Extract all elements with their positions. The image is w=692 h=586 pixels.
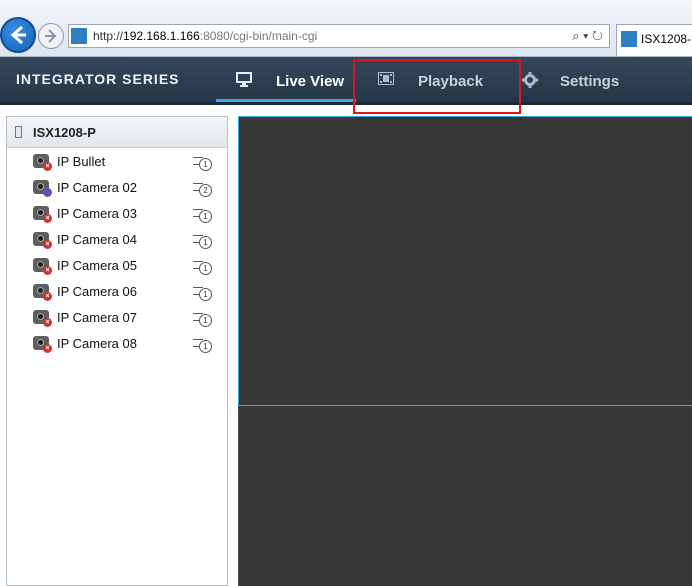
browser-toolbar: http://192.168.1.166:8080/cgi-bin/main-c… [0, 0, 692, 57]
video-pane[interactable] [238, 408, 692, 586]
stream-select-icon[interactable]: 1 [193, 233, 212, 249]
nav-settings[interactable]: Settings [520, 57, 650, 102]
offline-status-icon: × [43, 292, 52, 301]
offline-status-icon: × [43, 214, 52, 223]
nav-live-view[interactable]: Live View [216, 57, 356, 102]
camera-item[interactable]: × IP Bullet 1 [7, 150, 227, 176]
url-prefix: http:// [93, 29, 124, 43]
offline-status-icon: × [43, 344, 52, 353]
offline-status-icon: × [43, 318, 52, 327]
site-favicon-icon [71, 28, 87, 44]
back-arrow-icon [10, 25, 26, 45]
monitor-icon [236, 72, 252, 90]
camera-item[interactable]: × IP Camera 06 1 [7, 280, 227, 306]
online-status-icon [43, 188, 52, 197]
camera-name: IP Camera 08 [57, 336, 137, 351]
camera-item[interactable]: × IP Camera 07 1 [7, 306, 227, 332]
forward-button[interactable] [38, 23, 64, 49]
tab-title: ISX1208-P [641, 32, 692, 46]
offline-status-icon: × [43, 162, 52, 171]
camera-item[interactable]: × IP Camera 08 1 [7, 332, 227, 358]
stream-select-icon[interactable]: 2 [193, 181, 212, 197]
camera-name: IP Camera 06 [57, 284, 137, 299]
device-name: ISX1208-P [33, 125, 96, 140]
nav-settings-label: Settings [560, 73, 620, 90]
camera-name: IP Camera 04 [57, 232, 137, 247]
playback-highlight-box [353, 59, 521, 114]
forward-arrow-icon [45, 29, 57, 43]
offline-status-icon: × [43, 266, 52, 275]
stream-select-icon[interactable]: 1 [193, 259, 212, 275]
stream-select-icon[interactable]: 1 [193, 337, 212, 353]
camera-item[interactable]: IP Camera 02 2 [7, 176, 227, 202]
url-host: 192.168.1.166 [123, 29, 200, 43]
tab-favicon-icon [621, 31, 637, 47]
nav-live-view-label: Live View [276, 73, 345, 90]
stream-select-icon[interactable]: 1 [193, 285, 212, 301]
camera-name: IP Camera 07 [57, 310, 137, 325]
device-node[interactable]: ISX1208-P [7, 117, 227, 148]
browser-tab[interactable]: ISX1208-P [616, 24, 692, 56]
camera-name: IP Camera 02 [57, 180, 137, 195]
brand-title: INTEGRATOR SERIES [16, 71, 180, 87]
camera-item[interactable]: × IP Camera 03 1 [7, 202, 227, 228]
offline-status-icon: × [43, 240, 52, 249]
url-rest: :8080/cgi-bin/main-cgi [199, 29, 318, 43]
device-icon [15, 126, 22, 138]
app-header: INTEGRATOR SERIES Live View Playback Set… [0, 57, 692, 105]
gear-icon [522, 72, 538, 91]
camera-name: IP Bullet [57, 154, 106, 169]
address-bar[interactable]: http://192.168.1.166:8080/cgi-bin/main-c… [68, 24, 610, 48]
stream-select-icon[interactable]: 1 [193, 155, 212, 171]
stream-select-icon[interactable]: 1 [193, 311, 212, 327]
back-button[interactable] [0, 17, 36, 53]
address-url[interactable]: http://192.168.1.166:8080/cgi-bin/main-c… [93, 29, 317, 43]
video-pane-selected[interactable] [238, 116, 692, 406]
camera-item[interactable]: × IP Camera 04 1 [7, 228, 227, 254]
stream-select-icon[interactable]: 1 [193, 207, 212, 223]
camera-item[interactable]: × IP Camera 05 1 [7, 254, 227, 280]
video-grid [238, 116, 692, 586]
device-tree-panel: ISX1208-P × IP Bullet 1 IP Camera 02 2 ×… [6, 116, 228, 586]
camera-name: IP Camera 03 [57, 206, 137, 221]
camera-name: IP Camera 05 [57, 258, 137, 273]
search-refresh-icon[interactable]: ⌕ ▾ ↻ [572, 28, 603, 44]
